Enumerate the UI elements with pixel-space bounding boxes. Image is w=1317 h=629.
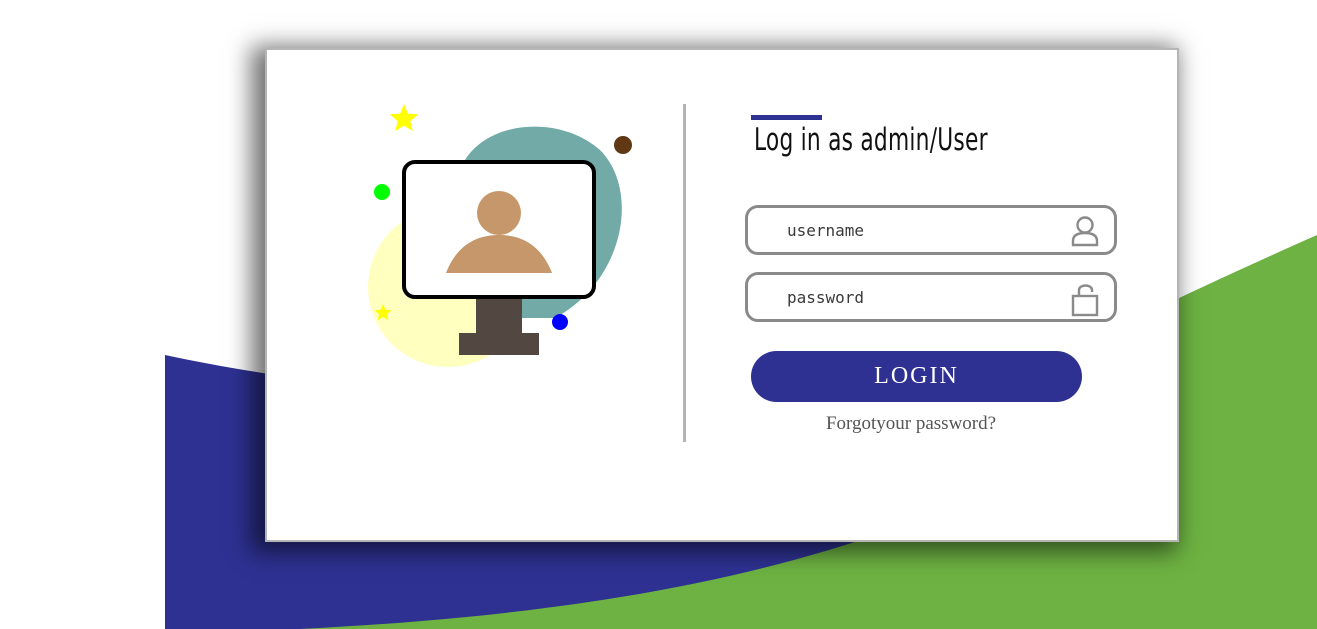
forgot-password-link[interactable]: Forgotyour password? xyxy=(751,413,1071,435)
user-icon xyxy=(1071,216,1099,247)
page-title: Log in as admin/User xyxy=(754,122,988,158)
lock-icon xyxy=(1071,284,1099,317)
password-input[interactable] xyxy=(787,283,1057,311)
brown-dot-icon xyxy=(614,136,632,154)
green-dot-icon xyxy=(374,184,390,200)
monitor-stand xyxy=(476,295,522,337)
monitor-base xyxy=(459,333,539,355)
blue-dot-icon xyxy=(552,314,568,330)
vertical-divider xyxy=(683,104,686,442)
monitor-user-illustration xyxy=(368,104,632,367)
username-field[interactable] xyxy=(745,205,1117,255)
password-field[interactable] xyxy=(745,272,1117,322)
star-icon xyxy=(389,104,419,132)
avatar-head-icon xyxy=(477,191,521,235)
username-input[interactable] xyxy=(787,216,1057,244)
login-button[interactable]: LOGIN xyxy=(751,351,1082,402)
title-accent-bar xyxy=(751,115,822,120)
